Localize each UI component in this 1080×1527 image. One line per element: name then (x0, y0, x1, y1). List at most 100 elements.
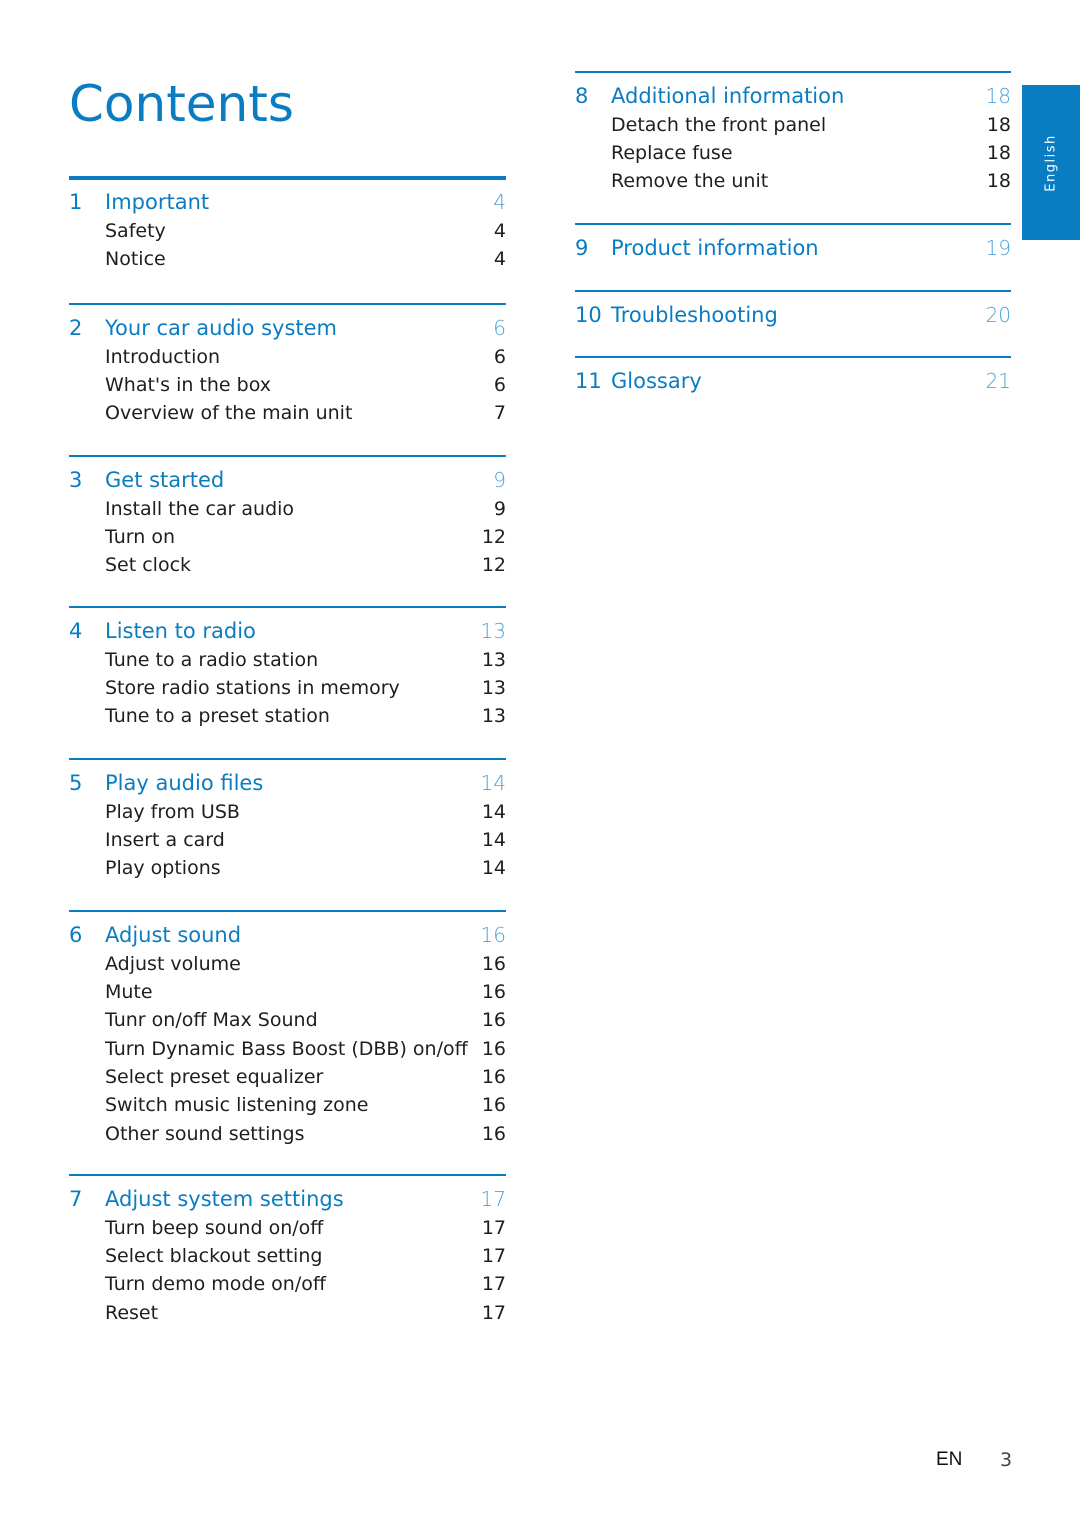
toc-item[interactable]: Tune to a radio station 13 (69, 646, 506, 674)
section-divider (575, 290, 1011, 292)
toc-item-label[interactable]: Turn Dynamic Bass Boost (DBB) on/off (105, 1035, 468, 1063)
section-page: 9 (493, 467, 506, 492)
toc-item-label[interactable]: Replace fuse (611, 139, 733, 167)
toc-heading-row[interactable]: 10 Troubleshooting 20 (575, 301, 1011, 330)
toc-item[interactable]: Tune to a preset station 13 (69, 702, 506, 730)
toc-item-label[interactable]: Switch music listening zone (105, 1091, 368, 1119)
toc-item-page: 4 (493, 220, 506, 242)
toc-heading-row[interactable]: 7 Adjust system settings 17 (69, 1185, 506, 1214)
toc-heading-row[interactable]: 4 Listen to radio 13 (69, 617, 506, 646)
toc-item-label[interactable]: Introduction (105, 343, 220, 371)
toc-item[interactable]: Turn demo mode on/off 17 (69, 1270, 506, 1298)
toc-item-label[interactable]: Set clock (105, 551, 191, 579)
toc-item[interactable]: Turn beep sound on/off 17 (69, 1214, 506, 1242)
language-tab-label: English (1043, 133, 1059, 192)
toc-section-8: 8 Additional information 18 Detach the f… (575, 71, 1011, 196)
section-title[interactable]: Your car audio system (105, 314, 337, 343)
section-title[interactable]: Troubleshooting (611, 301, 778, 330)
toc-item-label[interactable]: Select blackout setting (105, 1242, 322, 1270)
section-title[interactable]: Glossary (611, 367, 702, 396)
toc-item-label[interactable]: Detach the front panel (611, 111, 826, 139)
toc-item[interactable]: Select blackout setting 17 (69, 1242, 506, 1270)
toc-item-label[interactable]: Tune to a preset station (105, 702, 330, 730)
footer-page-number: 3 (1000, 1449, 1013, 1471)
toc-item[interactable]: Mute 16 (69, 978, 506, 1006)
section-number: 3 (69, 467, 83, 492)
toc-item-label[interactable]: Safety (105, 217, 166, 245)
toc-heading-row[interactable]: 2 Your car audio system 6 (69, 314, 506, 343)
toc-item-label[interactable]: Install the car audio (105, 495, 294, 523)
section-title[interactable]: Get started (105, 466, 224, 495)
toc-item-label[interactable]: Overview of the main unit (105, 399, 352, 427)
section-page: 4 (493, 190, 506, 214)
toc-item-label[interactable]: Turn on (105, 523, 175, 551)
toc-item[interactable]: Adjust volume 16 (69, 950, 506, 978)
toc-item[interactable]: Turn on 12 (69, 523, 506, 551)
section-page: 20 (985, 302, 1011, 327)
toc-item-label[interactable]: Play from USB (105, 798, 240, 826)
toc-item-label[interactable]: Tune to a radio station (105, 646, 318, 674)
toc-heading-row[interactable]: 6 Adjust sound 16 (69, 921, 506, 950)
toc-item-label[interactable]: Mute (105, 978, 153, 1006)
toc-item[interactable]: Overview of the main unit 7 (69, 399, 506, 427)
toc-item-label[interactable]: Reset (105, 1299, 158, 1327)
toc-item-page: 14 (481, 828, 506, 851)
toc-item-label[interactable]: Store radio stations in memory (105, 674, 400, 702)
toc-item-label[interactable]: What's in the box (105, 371, 271, 399)
section-title[interactable]: Adjust sound (105, 921, 241, 950)
toc-item[interactable]: Install the car audio 9 (69, 495, 506, 523)
toc-heading-row[interactable]: 5 Play audio files 14 (69, 769, 506, 798)
section-title[interactable]: Adjust system settings (105, 1185, 344, 1214)
toc-heading-row[interactable]: 11 Glossary 21 (575, 367, 1011, 396)
toc-item[interactable]: Tunr on/off Max Sound 16 (69, 1006, 506, 1034)
toc-item[interactable]: Notice 4 (69, 245, 506, 273)
toc-item-page: 12 (481, 525, 506, 548)
toc-item-label[interactable]: Insert a card (105, 826, 225, 854)
toc-item[interactable]: Reset 17 (69, 1299, 506, 1327)
section-title[interactable]: Listen to radio (105, 617, 256, 646)
toc-heading-row[interactable]: 3 Get started 9 (69, 466, 506, 495)
toc-section-9: 9 Product information 19 (575, 223, 1011, 263)
toc-item[interactable]: Replace fuse 18 (575, 139, 1011, 167)
toc-item-page: 13 (481, 648, 506, 671)
toc-item-label[interactable]: Play options (105, 854, 221, 882)
section-divider (69, 606, 506, 608)
toc-item-label[interactable]: Turn demo mode on/off (105, 1270, 326, 1298)
section-divider (575, 223, 1011, 225)
toc-item[interactable]: Introduction 6 (69, 343, 506, 371)
section-number: 1 (69, 190, 83, 214)
toc-item[interactable]: Switch music listening zone 16 (69, 1091, 506, 1119)
toc-item-label[interactable]: Tunr on/off Max Sound (105, 1006, 318, 1034)
toc-item-label[interactable]: Turn beep sound on/off (105, 1214, 323, 1242)
section-number: 9 (575, 235, 589, 260)
toc-item-label[interactable]: Notice (105, 245, 166, 273)
toc-item-page: 16 (481, 1122, 506, 1145)
toc-heading-row[interactable]: 9 Product information 19 (575, 234, 1011, 263)
toc-item[interactable]: Turn Dynamic Bass Boost (DBB) on/off 16 (69, 1035, 506, 1063)
toc-item[interactable]: Detach the front panel 18 (575, 111, 1011, 139)
toc-heading-row[interactable]: 1 Important 4 (69, 188, 506, 217)
toc-heading-row[interactable]: 8 Additional information 18 (575, 82, 1011, 111)
toc-item[interactable]: What's in the box 6 (69, 371, 506, 399)
section-title[interactable]: Additional information (611, 82, 844, 111)
toc-item-label[interactable]: Select preset equalizer (105, 1063, 323, 1091)
toc-item-label[interactable]: Adjust volume (105, 950, 241, 978)
toc-item[interactable]: Play options 14 (69, 854, 506, 882)
section-title[interactable]: Important (105, 188, 209, 217)
toc-item[interactable]: Insert a card 14 (69, 826, 506, 854)
section-divider (69, 758, 506, 760)
toc-item[interactable]: Set clock 12 (69, 551, 506, 579)
section-title[interactable]: Product information (611, 234, 819, 263)
section-number: 2 (69, 315, 83, 340)
toc-item-label[interactable]: Remove the unit (611, 167, 768, 195)
toc-item[interactable]: Store radio stations in memory 13 (69, 674, 506, 702)
section-title[interactable]: Play audio files (105, 769, 263, 798)
toc-item-page: 18 (986, 170, 1011, 193)
toc-item[interactable]: Other sound settings 16 (69, 1120, 506, 1148)
toc-item[interactable]: Remove the unit 18 (575, 167, 1011, 195)
toc-item[interactable]: Play from USB 14 (69, 798, 506, 826)
toc-item[interactable]: Safety 4 (69, 217, 506, 245)
section-divider (69, 1174, 506, 1176)
toc-item[interactable]: Select preset equalizer 16 (69, 1063, 506, 1091)
toc-item-label[interactable]: Other sound settings (105, 1120, 304, 1148)
